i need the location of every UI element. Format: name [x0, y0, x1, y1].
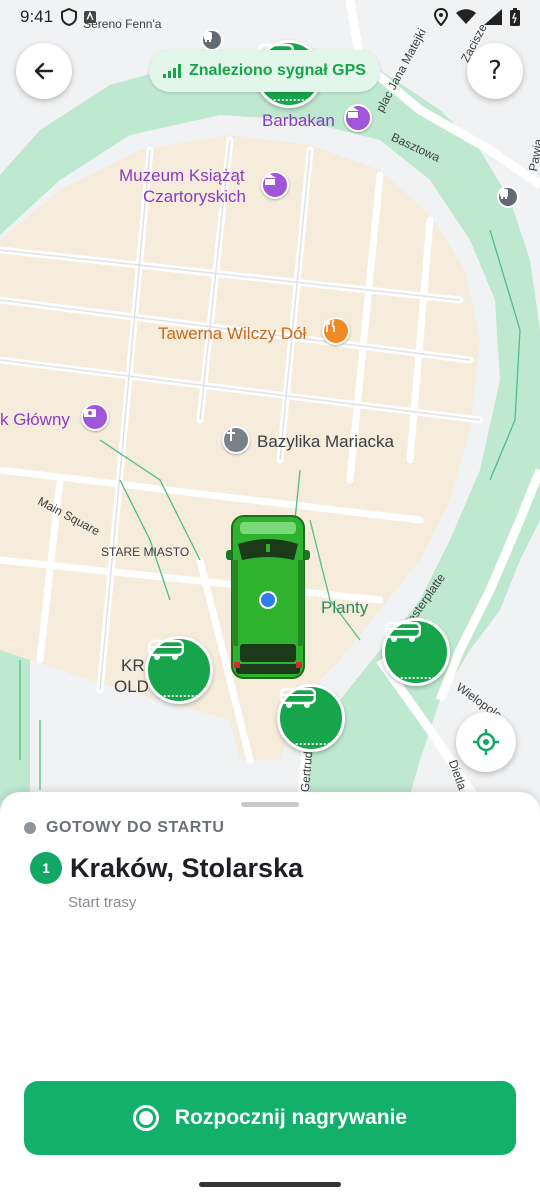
bus-icon [385, 621, 421, 642]
map-label-museum-line2: Czartoryskich [143, 187, 246, 206]
map-label-kr: KR [121, 656, 145, 675]
restaurant-icon[interactable] [322, 317, 350, 345]
shield-icon [61, 8, 78, 26]
bottom-sheet: GOTOWY DO STARTU 1 Kraków, Stolarska Sta… [0, 792, 540, 1200]
location-icon [434, 8, 448, 26]
wifi-icon [456, 9, 476, 24]
map-label-barbakan: Barbakan [262, 111, 335, 130]
stop-number-badge: 1 [30, 852, 62, 884]
stop-subtitle: Start trasy [68, 894, 137, 911]
help-icon: ? [488, 56, 502, 86]
arrow-left-icon [34, 62, 54, 80]
bus-stop-marker[interactable] [382, 618, 450, 686]
record-icon [132, 1105, 159, 1131]
bus-icon [148, 639, 184, 660]
sheet-drag-handle[interactable] [241, 802, 299, 807]
gps-status-text: Znaleziono sygnał GPS [189, 62, 366, 79]
map-label-rynek: k Główny [0, 410, 70, 429]
signal-icon [484, 9, 502, 25]
museum-icon[interactable] [344, 104, 372, 132]
bus-stop-marker[interactable] [277, 684, 345, 752]
status-time: 9:41 [20, 7, 54, 26]
start-recording-button[interactable]: Rozpocznij nagrywanie [24, 1081, 516, 1155]
bus-stop-marker[interactable] [145, 636, 213, 704]
map-label-stare-miasto: STARE MIASTO [101, 545, 190, 559]
start-recording-label: Rozpocznij nagrywanie [174, 1106, 408, 1129]
status-bar: 9:41 Sereno Fenn'a [0, 0, 540, 34]
my-location-button[interactable] [456, 712, 516, 772]
map-label-basilica: Bazylika Mariacka [257, 432, 394, 451]
camera-icon[interactable] [81, 403, 109, 431]
tram-icon[interactable] [497, 186, 519, 208]
status-street-label: Sereno Fenn'a [83, 17, 162, 31]
start-stop-row[interactable]: 1 Kraków, Stolarska [30, 852, 303, 884]
gps-status-pill: Znaleziono sygnał GPS [149, 50, 380, 92]
crosshair-icon [473, 729, 499, 755]
museum-icon[interactable] [261, 171, 289, 199]
back-button[interactable] [16, 43, 72, 99]
map-view[interactable]: Barbakan Muzeum Książąt Czartoryskich Ta… [0, 0, 540, 830]
route-status-label: GOTOWY DO STARTU [46, 819, 225, 836]
bus-icon [280, 687, 316, 708]
signal-bars-icon [163, 64, 181, 78]
church-icon[interactable] [222, 426, 250, 454]
help-button[interactable]: ? [467, 43, 523, 99]
vehicle-icon [226, 515, 310, 679]
battery-icon [510, 8, 520, 26]
stop-name: Kraków, Stolarska [70, 852, 304, 883]
map-label-museum-line1: Muzeum Książąt [119, 166, 245, 185]
system-nav-handle[interactable] [199, 1182, 341, 1187]
route-status: GOTOWY DO STARTU [24, 819, 225, 837]
map-label-tavern: Tawerna Wilczy Dół [158, 324, 307, 343]
map-label-planty: Planty [321, 598, 369, 617]
status-dot-icon [24, 822, 36, 834]
map-label-old: OLD [114, 677, 149, 696]
